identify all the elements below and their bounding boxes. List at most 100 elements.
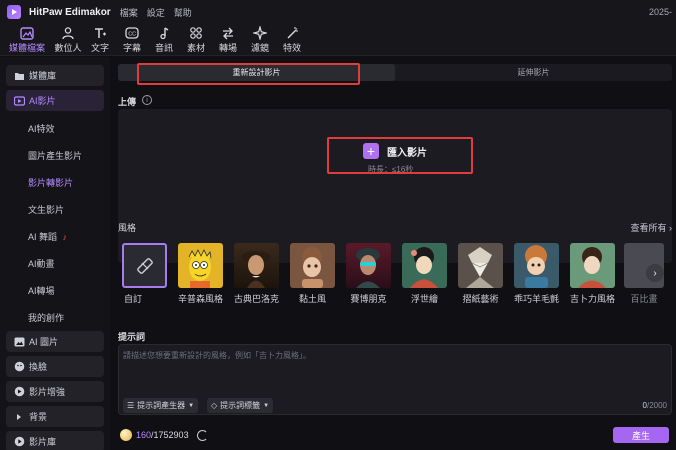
subtitles-icon: CC [125,26,139,40]
text-icon [93,26,107,40]
credits-total: /1752903 [151,430,189,440]
tool-label: 數位人 [54,43,82,53]
char-limit: /2000 [646,401,667,410]
sidebar-item-ai-image[interactable]: AI 圖片 [6,331,104,352]
main-panel: 重新設計影片 延伸影片 上傳 i + 匯入影片 時長：≤16秒 風格 查看所有 … [110,57,676,450]
style-thumb [514,243,559,288]
folder-icon [13,70,25,82]
date-label: 2025- [648,7,672,17]
sidebar-item-media-library[interactable]: 媒體庫 [6,65,104,86]
menu-file[interactable]: 檔案 [120,6,138,19]
main-toolbar: 媒體檔案 數位人 文字 CC 字幕 音訊 素材 轉場 濾鏡 特效 [0,24,676,56]
tool-label: 音訊 [154,43,173,53]
sidebar-sub-my-creations[interactable]: 我的創作 [28,311,64,324]
style-label: 黏土風 [298,294,326,304]
refresh-icon[interactable] [196,429,208,441]
char-counter: 0/2000 [643,401,667,410]
style-label: 自訂 [124,294,143,304]
svg-text:CC: CC [128,32,136,38]
style-clay[interactable]: 黏土風 [288,235,337,305]
upload-label: 上傳 [118,97,137,107]
sidebar-item-label: 背景 [29,412,48,422]
style-thumb [458,243,503,288]
sidebar-item-label: 影片庫 [29,437,57,447]
tool-text[interactable]: 文字 [84,24,116,56]
style-thumb [234,243,279,288]
sidebar-sub-ai-animation[interactable]: AI動畫 [28,257,55,270]
style-label: 乖巧羊毛氈 [513,294,559,304]
generate-button[interactable]: 產生 [613,427,669,443]
sidebar-sub-image-to-video[interactable]: 圖片產生影片 [28,149,82,162]
tool-digital-human[interactable]: 數位人 [52,24,84,56]
sidebar-sub-ai-transition[interactable]: AI轉場 [28,284,55,297]
prompt-tags-button[interactable]: ◇ 提示詞標籤 ▼ [207,398,274,413]
menu-help[interactable]: 幫助 [174,6,192,19]
tool-transition[interactable]: 轉場 [212,24,244,56]
title-bar: HitPaw Edimakor 檔案 設定 幫助 2025- [0,0,676,24]
tool-label: 字幕 [122,43,141,53]
dance-emoji-icon: ♪ [62,232,68,242]
sidebar-sub-ai-dance[interactable]: AI 舞蹈 ♪ [28,230,67,243]
style-custom[interactable]: 自訂 [120,235,169,305]
sidebar-item-label: 媒體庫 [29,71,57,81]
style-label: 古典巴洛克 [233,294,279,304]
sidebar-item-face-swap[interactable]: 換臉 [6,356,104,377]
styles-label: 風格 [118,223,137,233]
duration-hint: 時長：≤16秒 [368,165,414,174]
prompt-placeholder: 請描述您想要重新設計的風格，例如「吉卜力風格」。 [123,351,311,360]
tool-audio[interactable]: 音訊 [148,24,180,56]
import-video-button[interactable]: 匯入影片 [387,144,427,159]
style-thumb [290,243,335,288]
coin-icon [120,429,132,441]
sidebar-item-label: AI影片 [29,96,56,106]
prompt-generator-button[interactable]: ☰ 提示詞產生器 ▼ [123,398,199,413]
tool-media-files[interactable]: 媒體檔案 [2,24,52,56]
sidebar-sub-video-to-video[interactable]: 影片轉影片 [28,176,73,189]
prompt-textarea[interactable]: 請描述您想要重新設計的風格，例如「吉卜力風格」。 ☰ 提示詞產生器 ▼ ◇ 提示… [118,344,672,415]
sidebar-item-video-enhance[interactable]: 影片增強 [6,381,104,402]
menu-settings[interactable]: 設定 [147,6,165,19]
style-label: 吉卜力風格 [569,294,615,304]
style-origami[interactable]: 摺紙藝術 [456,235,505,305]
style-baroque[interactable]: 古典巴洛克 [232,235,281,305]
media-files-icon [20,26,34,40]
sidebar-item-ai-video[interactable]: AI影片 [6,90,104,111]
effects-wand-icon [285,26,299,40]
style-simpsons[interactable]: 辛普森風格 [176,235,225,305]
style-label: 辛普森風格 [177,294,223,304]
caret-down-icon: ▼ [263,402,270,409]
style-cyberpunk[interactable]: 賽博朋克 [344,235,393,305]
tool-filter[interactable]: 濾鏡 [244,24,276,56]
style-ghibli[interactable]: 吉卜力風格 [568,235,617,305]
style-ukiyoe[interactable]: 浮世繪 [400,235,449,305]
view-all-link[interactable]: 查看所有 › [631,221,673,234]
tool-subtitles[interactable]: CC 字幕 [116,24,148,56]
tool-label: 素材 [186,43,205,53]
sidebar-sub-text-to-video[interactable]: 文生影片 [28,203,64,216]
style-label: 賽博朋克 [350,294,387,304]
tool-effects[interactable]: 特效 [276,24,308,56]
assets-grid-icon [189,26,203,40]
style-carousel: 自訂 辛普森風格 古典巴洛克 黏土風 賽博朋克 浮世繪 摺紙藝術 乖巧羊毛氈 吉… [118,235,672,312]
triangle-right-icon [13,411,25,423]
sidebar-item-background[interactable]: 背景 [6,406,104,427]
style-felt[interactable]: 乖巧羊毛氈 [512,235,561,305]
style-thumb [178,243,223,288]
info-icon[interactable]: i [142,95,152,105]
style-thumb [346,243,391,288]
sidebar-sub-ai-effects[interactable]: AI特效 [28,122,55,135]
sidebar-item-video-library[interactable]: 影片庫 [6,431,104,450]
filter-sparkle-icon [253,26,267,40]
import-plus-icon[interactable]: + [363,143,379,159]
play-circle-icon [13,436,25,448]
credits-display: 160 /1752903 [120,429,208,441]
sidebar-item-label: 影片增強 [29,387,66,397]
prompt-generator-label: 提示詞產生器 [137,401,186,410]
audio-note-icon [157,26,171,40]
tool-label: 轉場 [218,43,237,53]
avatar-person-icon [61,26,75,40]
tab-redesign-video[interactable]: 重新設計影片 [118,64,395,81]
tab-extend-video[interactable]: 延伸影片 [395,64,672,81]
tool-assets[interactable]: 素材 [180,24,212,56]
carousel-next-button[interactable]: › [646,264,664,282]
